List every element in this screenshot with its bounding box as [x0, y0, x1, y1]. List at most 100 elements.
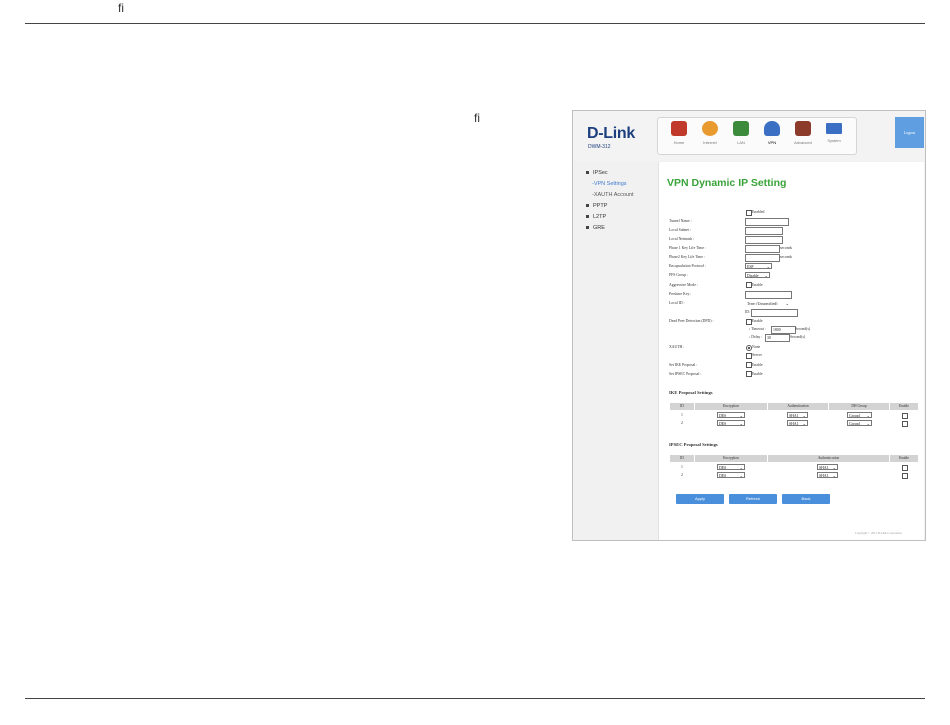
back-button[interactable]: Back — [782, 494, 830, 504]
ipsec-row1-id: 1 — [681, 465, 683, 469]
sidebar-item-pptp[interactable]: PPTP — [586, 203, 607, 209]
phase2-label: Phase2 Key Life Time : — [669, 255, 706, 259]
sidebar-item-vpn-settings[interactable]: -VPN Settings — [592, 181, 627, 187]
home-icon — [671, 121, 687, 136]
xauth-none-label: None — [752, 345, 761, 349]
ipsec-section-title: IPSEC Proposal Settings — [669, 442, 718, 447]
psk-label: Preshare Key : — [669, 292, 692, 296]
local-netmask-input[interactable] — [745, 236, 783, 244]
ipsec-row1-encryption-select[interactable]: DES ⌄ — [717, 464, 745, 470]
ike-row2-enable-checkbox[interactable] — [902, 421, 908, 427]
psk-input[interactable] — [745, 291, 792, 299]
bullet-icon — [586, 204, 589, 208]
globe-icon — [702, 121, 718, 136]
chevron-down-icon: ⌄ — [832, 465, 836, 470]
pfs-label: PFS Group : — [669, 273, 688, 277]
local-subnet-label: Local Subnet : — [669, 228, 692, 232]
vpn-icon — [764, 121, 780, 136]
sidebar-item-l2tp[interactable]: L2TP — [586, 214, 606, 220]
phase2-seconds: seconds — [780, 255, 793, 259]
ike-header-enable: Enable — [890, 403, 918, 410]
phase2-input[interactable] — [745, 254, 780, 262]
ike-row2-id: 2 — [681, 421, 683, 425]
nav-internet[interactable]: Internet — [697, 121, 723, 145]
chevron-down-icon: ⌄ — [739, 421, 743, 426]
delay-seconds: Second(s) — [790, 335, 806, 339]
chevron-down-icon: ⌄ — [832, 473, 836, 478]
ike-row1-auth-select[interactable]: SHA1 ⌄ — [787, 412, 808, 418]
local-id-input[interactable] — [751, 309, 798, 317]
chevron-down-icon: ⌄ — [766, 264, 770, 269]
encap-select[interactable]: ESP ⌄ — [745, 263, 772, 269]
ike-row1-encryption-select[interactable]: DES ⌄ — [717, 412, 745, 418]
ike-proposal-label: Set IKE Proposal : — [669, 363, 698, 367]
copyright-text: Copyright © 2012 D-Link Corporation — [855, 531, 902, 535]
bullet-icon — [586, 226, 589, 230]
ipsec-row2-enable-checkbox[interactable] — [902, 473, 908, 479]
ike-row2-dh-select[interactable]: Group1 ⌄ — [847, 420, 872, 426]
lan-icon — [733, 121, 749, 136]
ike-row1-dh-select[interactable]: Group1 ⌄ — [847, 412, 872, 418]
delay-label: › Delay : — [749, 335, 763, 339]
apply-button[interactable]: Apply — [676, 494, 724, 504]
aggressive-label: Aggressive Mode : — [669, 283, 698, 287]
bullet-icon — [586, 215, 589, 219]
ipsec-row1-auth-select[interactable]: SHA1 ⌄ — [817, 464, 838, 470]
ike-proposal-enable-label: Enable — [752, 363, 763, 367]
aggressive-enable-label: Enable — [752, 283, 763, 287]
pfs-select[interactable]: Disable ⌄ — [745, 272, 770, 278]
delay-input[interactable]: 30 — [765, 334, 790, 342]
local-id-label: Local ID : — [669, 301, 685, 305]
local-subnet-input[interactable] — [745, 227, 783, 235]
chevron-down-icon: ⌄ — [739, 473, 743, 478]
phase1-seconds: seconds — [780, 246, 793, 250]
chevron-down-icon: ⌄ — [866, 421, 870, 426]
phase1-label: Phase 1 Key Life Time : — [669, 246, 707, 250]
sidebar: IPSec -VPN Settings -XAUTH Account PPTP … — [573, 166, 655, 540]
xauth-server-label: Server — [752, 353, 762, 357]
sidebar-item-gre[interactable]: GRE — [586, 225, 605, 231]
tunnel-name-label: Tunnel Name : — [669, 219, 692, 223]
nav-lan[interactable]: LAN — [728, 121, 754, 145]
sidebar-item-ipsec[interactable]: IPSec — [586, 170, 608, 176]
ipsec-header-enable: Enable — [890, 455, 918, 462]
bottom-rule — [25, 698, 925, 699]
bullet-icon — [586, 171, 589, 175]
refresh-button[interactable]: Refresh — [729, 494, 777, 504]
phase1-input[interactable] — [745, 245, 780, 253]
top-rule — [25, 23, 925, 24]
timeout-seconds: Second(s) — [795, 327, 811, 331]
ligature-glyph-mid: ﬁ — [474, 111, 480, 125]
ike-row2-encryption-select[interactable]: DES ⌄ — [717, 420, 745, 426]
encap-label: Encapsulation Protocol : — [669, 264, 707, 268]
dlink-logo: D-Link — [587, 125, 635, 142]
chevron-down-icon: ⌄ — [866, 413, 870, 418]
enabled-label: Enabled — [752, 210, 765, 214]
main-nav: Home Internet LAN VPN Advanced System — [657, 117, 857, 155]
ike-row1-id: 1 — [681, 413, 683, 417]
ipsec-row1-enable-checkbox[interactable] — [902, 465, 908, 471]
ipsec-row2-encryption-select[interactable]: DES ⌄ — [717, 472, 745, 478]
chevron-down-icon: ⌄ — [739, 413, 743, 418]
ike-header-dh-group: DH Group — [829, 403, 889, 410]
ipsec-row2-auth-select[interactable]: SHA1 ⌄ — [817, 472, 838, 478]
chevron-down-icon: ⌄ — [802, 421, 806, 426]
ipsec-header-authentication: Authentication — [768, 455, 889, 462]
chevron-down-icon: ⌄ — [785, 301, 789, 306]
ipsec-proposal-label: Set IPSEC Proposal : — [669, 372, 702, 376]
nav-vpn[interactable]: VPN — [759, 121, 785, 145]
timeout-input[interactable]: 1800 — [771, 326, 796, 334]
logout-button[interactable]: Logout — [895, 117, 924, 148]
local-id-type-select[interactable]: Type: (Unspecified) ⌄ — [745, 300, 791, 306]
sidebar-item-xauth-account[interactable]: -XAUTH Account — [592, 192, 634, 198]
ipsec-header-encryption: Encryption — [695, 455, 767, 462]
nav-system[interactable]: System — [821, 121, 847, 143]
tunnel-name-input[interactable] — [745, 218, 789, 226]
nav-home[interactable]: Home — [666, 121, 692, 145]
ike-row2-auth-select[interactable]: SHA1 ⌄ — [787, 420, 808, 426]
ike-row1-enable-checkbox[interactable] — [902, 413, 908, 419]
nav-advanced[interactable]: Advanced — [790, 121, 816, 145]
dpd-label: Dead Peer Detection (DPD) : — [669, 319, 714, 323]
advanced-icon — [795, 121, 811, 136]
ipsec-row2-id: 2 — [681, 473, 683, 477]
